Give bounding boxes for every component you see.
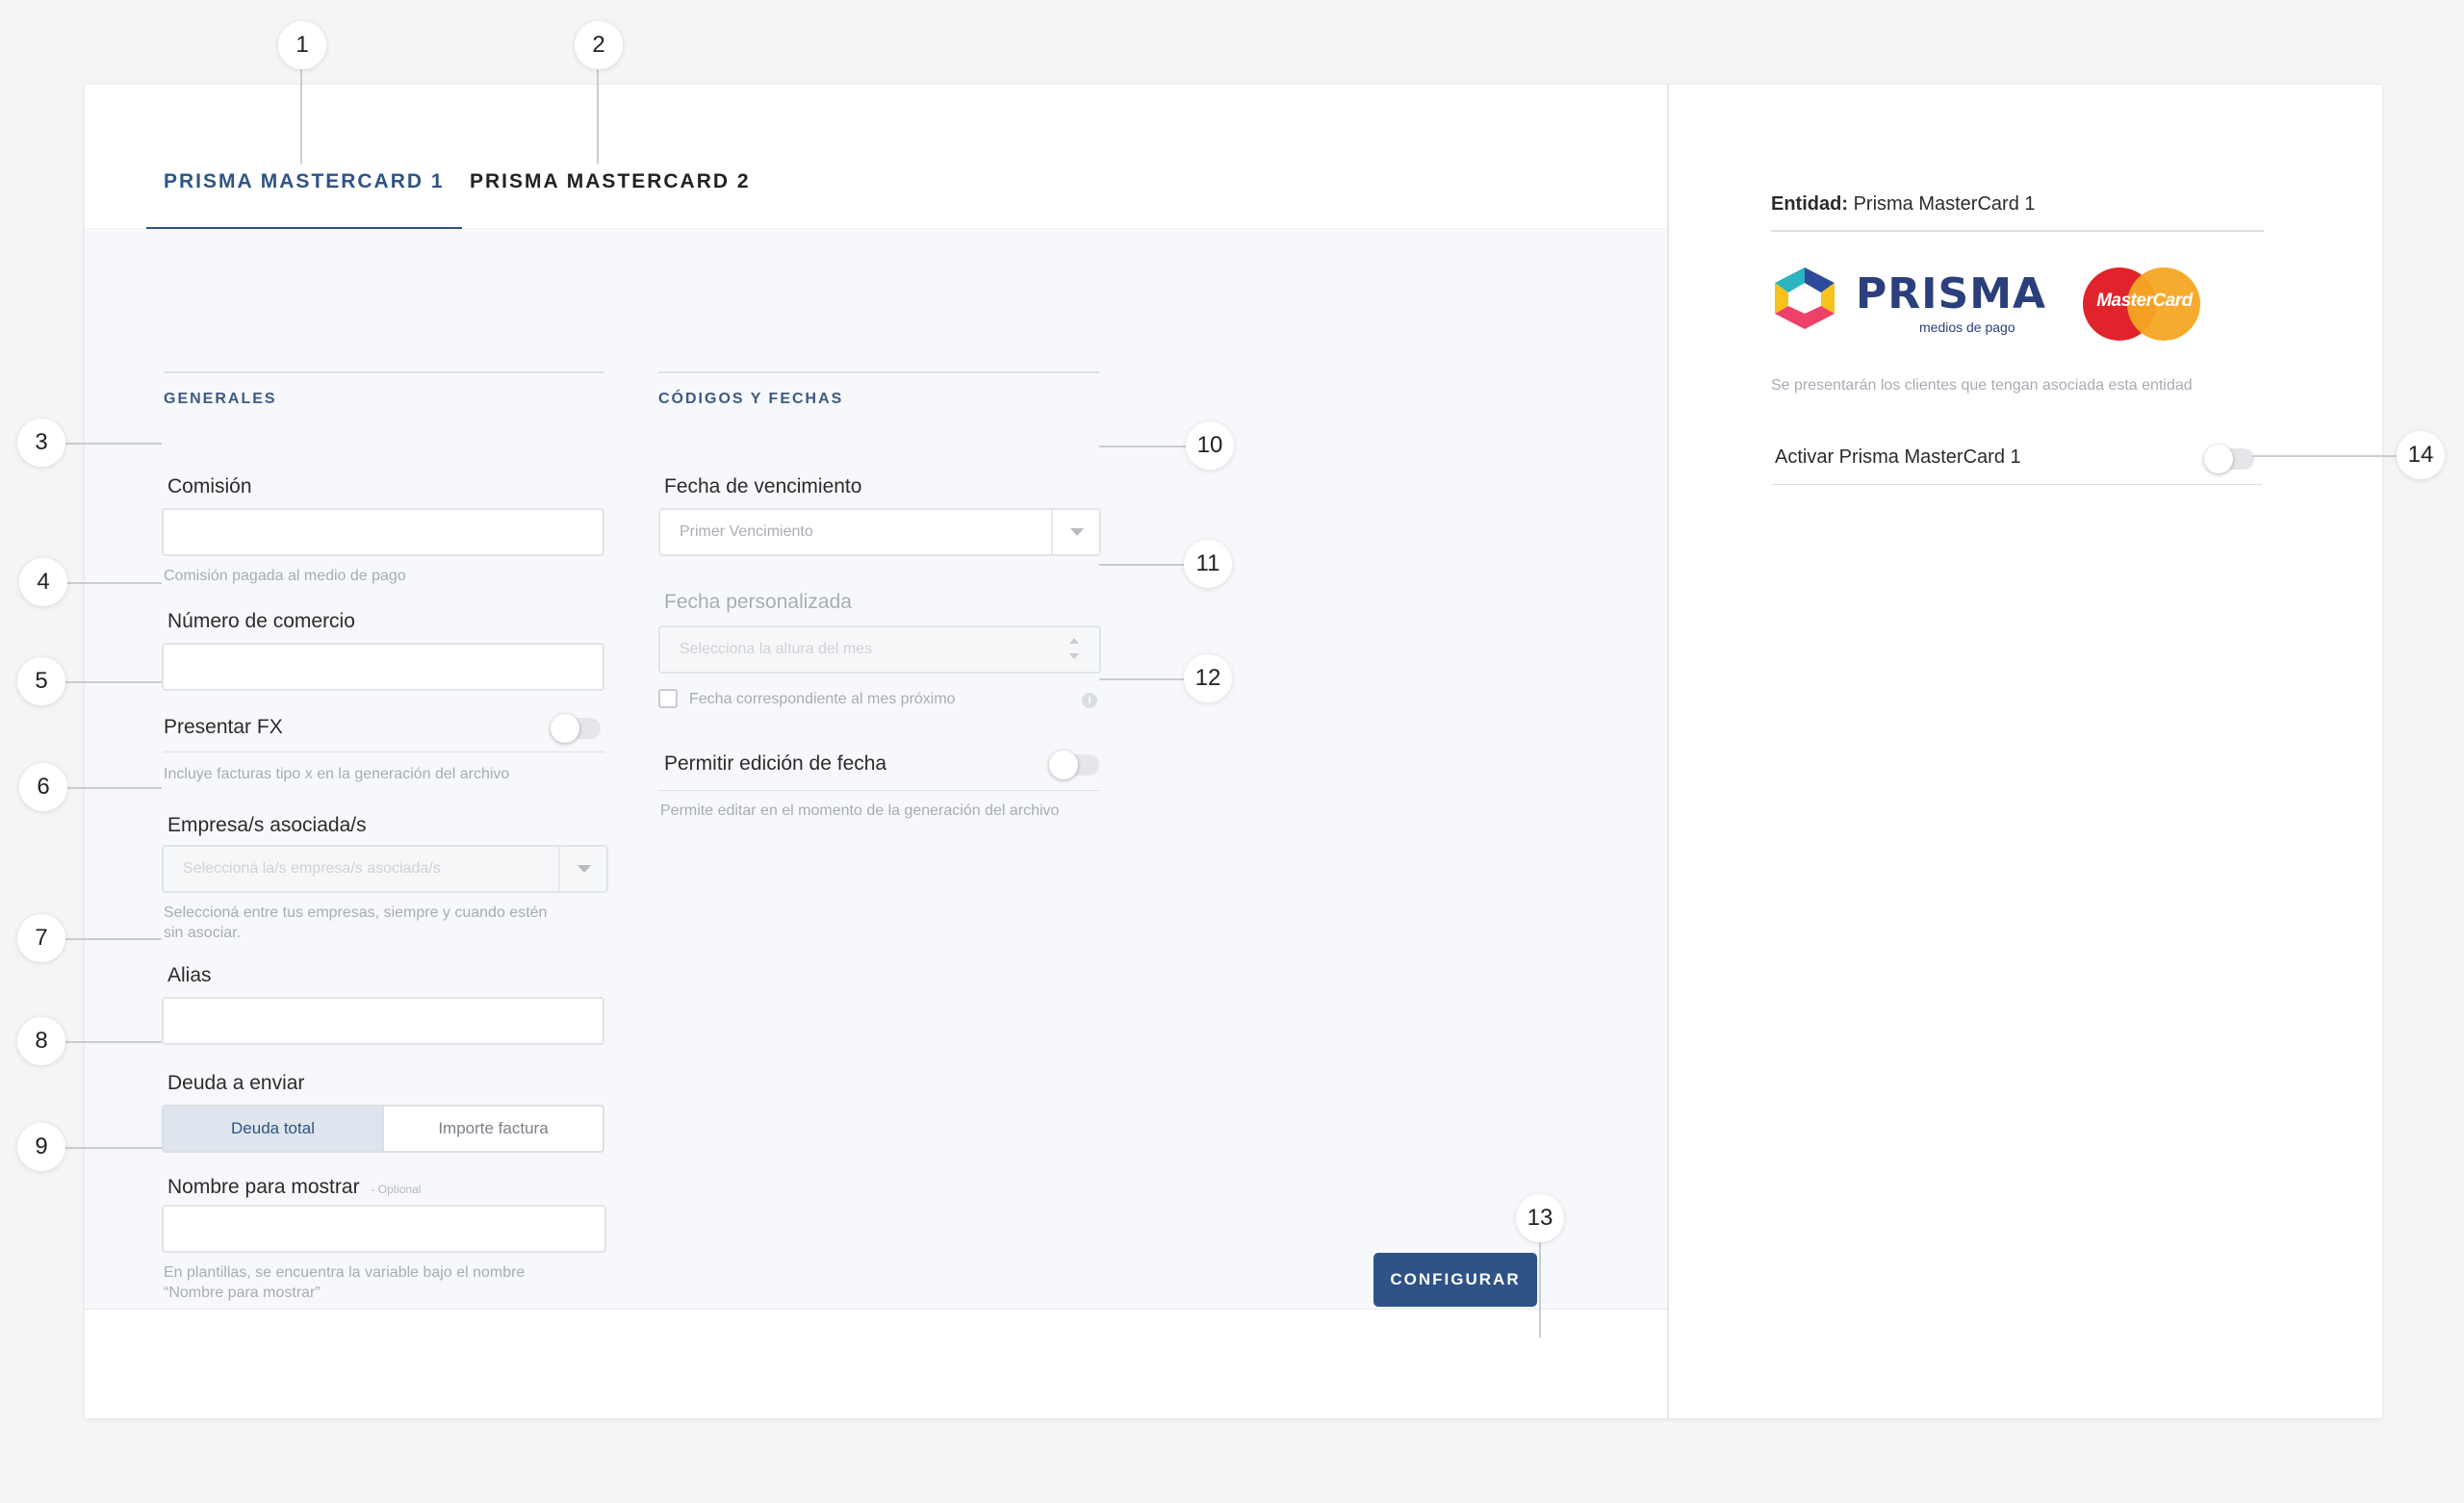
comision-help: Comisión pagada al medio de pago (164, 568, 406, 584)
permitir-edicion-label: Permitir edición de fecha (664, 752, 887, 775)
prisma-logo-subtitle: medios de pago (1919, 319, 2015, 335)
tab-bar: PRISMA MASTERCARD 1 PRISMA MASTERCARD 2 (85, 85, 1667, 229)
prisma-logo-text: PRISMA (1856, 269, 2047, 318)
empresas-select[interactable]: Seleccioná la/s empresa/s asociada/s (162, 845, 608, 893)
marker-connector-12 (1099, 678, 1186, 680)
annotation-marker-13: 13 (1516, 1194, 1564, 1242)
entity-description: Se presentarán los clientes que tengan a… (1771, 377, 2193, 394)
marker-connector-14 (2252, 455, 2414, 457)
tab-prisma-mastercard-2[interactable]: PRISMA MASTERCARD 2 (452, 162, 768, 229)
presentar-fx-help: Incluye facturas tipo x en la generación… (164, 766, 510, 782)
footer-bar (85, 1309, 1667, 1418)
marker-connector-9 (64, 1147, 162, 1149)
marker-connector-6 (64, 787, 162, 789)
annotation-marker-11: 11 (1184, 540, 1232, 588)
marker-connector-2 (597, 69, 599, 164)
numero-comercio-label: Número de comercio (167, 610, 355, 632)
marker-connector-7 (64, 938, 162, 940)
marker-connector-1 (300, 69, 302, 164)
configure-button[interactable]: CONFIGURAR (1373, 1253, 1537, 1307)
mes-proximo-checkbox[interactable] (658, 689, 678, 708)
marker-connector-4 (64, 582, 162, 584)
fecha-vencimiento-select[interactable]: Primer Vencimiento (658, 508, 1101, 556)
settings-card: PRISMA MASTERCARD 1 PRISMA MASTERCARD 2 … (85, 85, 2382, 1418)
nombre-mostrar-label: Nombre para mostrar - Optional (167, 1176, 422, 1198)
mastercard-logo-text: MasterCard (2096, 291, 2193, 311)
importe-factura-option[interactable]: Importe factura (384, 1107, 603, 1151)
nombre-mostrar-input[interactable] (162, 1205, 606, 1253)
permitir-edicion-row: Permitir edición de fecha (658, 743, 1099, 791)
annotation-marker-1: 1 (278, 21, 326, 69)
entity-row: Entidad: Prisma MasterCard 1 (1771, 193, 2264, 232)
annotation-marker-2: 2 (575, 21, 623, 69)
spin-up-icon[interactable] (1069, 638, 1079, 644)
entity-value: Prisma MasterCard 1 (1853, 193, 2036, 215)
prisma-logo: PRISMA medios de pago (1771, 262, 2045, 339)
presentar-fx-label: Presentar FX (164, 716, 283, 738)
marker-connector-13 (1539, 1241, 1541, 1337)
mastercard-logo: MasterCard (2081, 266, 2206, 343)
spin-down-icon[interactable] (1069, 653, 1079, 659)
section-title-codigos: CÓDIGOS Y FECHAS (658, 371, 1099, 408)
marker-connector-5 (64, 681, 162, 683)
alias-label: Alias (167, 964, 212, 986)
annotation-marker-8: 8 (17, 1017, 65, 1065)
annotation-marker-6: 6 (19, 763, 67, 811)
activar-entidad-label: Activar Prisma MasterCard 1 (1775, 446, 2021, 468)
annotation-marker-14: 14 (2397, 431, 2445, 479)
marker-connector-11 (1099, 564, 1186, 566)
deuda-segmented-control: Deuda total Importe factura (162, 1105, 604, 1153)
info-icon[interactable]: i (1082, 693, 1097, 708)
numero-comercio-input[interactable] (162, 643, 604, 691)
deuda-total-option[interactable]: Deuda total (164, 1107, 384, 1151)
fecha-personalizada-placeholder: Selecciona la altura del mes (680, 641, 873, 657)
annotation-marker-5: 5 (17, 657, 65, 705)
empresas-label: Empresa/s asociada/s (167, 814, 367, 836)
mes-proximo-label: Fecha correspondiente al mes próximo (689, 691, 956, 707)
fecha-personalizada-label: Fecha personalizada (664, 591, 852, 613)
entity-label: Entidad: (1771, 193, 1848, 215)
section-title-generales: GENERALES (164, 371, 604, 408)
fecha-vencimiento-value: Primer Vencimiento (680, 523, 813, 540)
fecha-vencimiento-label: Fecha de vencimiento (664, 475, 862, 497)
comision-label: Comisión (167, 475, 252, 497)
chevron-down-icon (578, 865, 591, 873)
annotation-marker-4: 4 (19, 558, 67, 606)
nombre-mostrar-help: En plantillas, se encuentra la variable … (164, 1264, 526, 1301)
alias-input[interactable] (162, 997, 604, 1045)
activar-entidad-row: Activar Prisma MasterCard 1 (1771, 433, 2262, 485)
permitir-edicion-toggle[interactable] (1049, 751, 1099, 779)
tab-prisma-mastercard-1[interactable]: PRISMA MASTERCARD 1 (146, 162, 462, 229)
form-area: GENERALES Comisión Comisión pagada al me… (85, 229, 1667, 1316)
annotation-marker-3: 3 (17, 419, 65, 467)
chevron-down-icon (1070, 528, 1084, 536)
activar-entidad-toggle[interactable] (2204, 445, 2254, 473)
comision-input[interactable] (162, 508, 604, 556)
fecha-personalizada-stepper[interactable]: Selecciona la altura del mes (658, 625, 1101, 674)
presentar-fx-toggle[interactable] (551, 714, 601, 743)
configuration-panel: PRISMA MASTERCARD 1 PRISMA MASTERCARD 2 … (85, 85, 1669, 1418)
deuda-label: Deuda a enviar (167, 1072, 305, 1094)
marker-connector-8 (64, 1041, 162, 1043)
optional-tag: - Optional (371, 1183, 422, 1196)
annotation-marker-9: 9 (17, 1123, 65, 1171)
marker-connector-3 (64, 443, 162, 445)
empresas-placeholder: Seleccioná la/s empresa/s asociada/s (183, 860, 441, 877)
annotation-marker-12: 12 (1184, 654, 1232, 702)
annotation-marker-7: 7 (17, 914, 65, 962)
empresas-help: Seleccioná entre tus empresas, siempre y… (164, 904, 548, 941)
marker-connector-10 (1099, 446, 1186, 447)
presentar-fx-row: Presentar FX (164, 710, 604, 752)
annotation-marker-10: 10 (1186, 421, 1234, 470)
permitir-edicion-help: Permite editar en el momento de la gener… (660, 802, 1060, 819)
